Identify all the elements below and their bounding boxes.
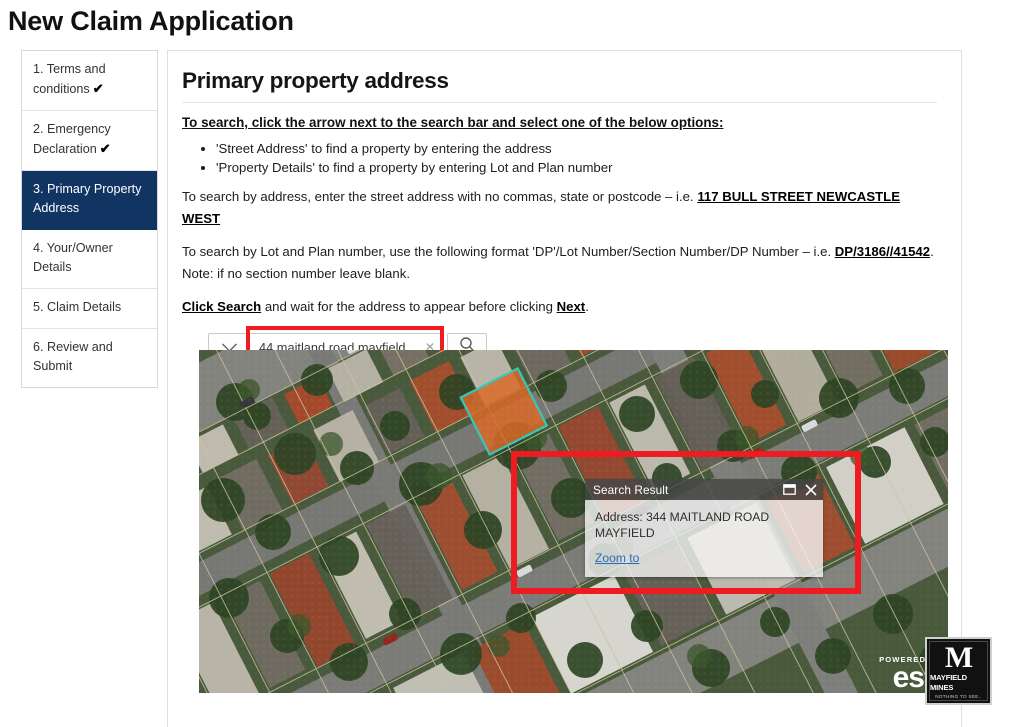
wizard-steps-sidebar: 1. Terms and conditions ✔ 2. Emergency De… — [21, 50, 158, 388]
zoom-to-link[interactable]: Zoom to — [595, 551, 639, 565]
sidebar-item-primary-property-address[interactable]: 3. Primary Property Address — [22, 171, 157, 230]
logo-letter: M — [944, 641, 973, 674]
sidebar-item-review-and-submit[interactable]: 6. Review and Submit — [22, 329, 157, 387]
check-icon: ✔ — [99, 141, 111, 156]
lot-plan-example: DP/3186//41542 — [834, 244, 931, 259]
click-search-emphasis: Click Search — [182, 299, 262, 314]
map-imagery — [199, 350, 948, 693]
mayfield-mines-logo: M MAYFIELD MINES NOTHING TO SEE.. — [925, 637, 992, 705]
divider — [182, 102, 937, 103]
lot-help-text: To search by Lot and Plan number, use th… — [182, 244, 835, 259]
sidebar-item-emergency-declaration[interactable]: 2. Emergency Declaration ✔ — [22, 111, 157, 171]
sidebar-item-terms[interactable]: 1. Terms and conditions ✔ — [22, 51, 157, 111]
aerial-map[interactable]: POWERED BY esri — [199, 350, 948, 693]
sidebar-item-claim-details[interactable]: 5. Claim Details — [22, 289, 157, 329]
page-title: New Claim Application — [8, 6, 294, 36]
logo-inner-frame: M MAYFIELD MINES NOTHING TO SEE.. — [929, 641, 988, 701]
section-title: Primary property address — [182, 68, 449, 93]
sidebar-item-label: 5. Claim Details — [33, 300, 122, 314]
search-result-popup[interactable]: Search Result Address: 344 MAITLAND ROAD… — [585, 479, 823, 577]
popup-address: Address: 344 MAITLAND ROAD MAYFIELD — [595, 510, 770, 540]
sidebar-item-label: 3. Primary Property Address — [33, 182, 142, 215]
next-emphasis: Next — [556, 299, 586, 314]
popup-body: Address: 344 MAITLAND ROAD MAYFIELD Zoom… — [585, 500, 823, 577]
list-item: 'Street Address' to find a property by e… — [216, 139, 937, 158]
click-search-text: and wait for the address to appear befor… — [261, 299, 557, 314]
maximize-icon[interactable] — [783, 484, 796, 495]
close-icon[interactable] — [805, 483, 817, 496]
lot-plan-format-help: To search by Lot and Plan number, use th… — [182, 241, 937, 285]
logo-tagline: NOTHING TO SEE.. — [935, 694, 982, 699]
click-search-period: . — [585, 299, 589, 314]
search-instructions-lead: To search, click the arrow next to the s… — [182, 115, 724, 130]
application-page: New Claim Application 1. Terms and condi… — [0, 0, 1024, 727]
sidebar-item-label: 4. Your/Owner Details — [33, 241, 113, 274]
search-options-list: 'Street Address' to find a property by e… — [182, 139, 937, 177]
address-format-help: To search by address, enter the street a… — [182, 186, 937, 230]
check-icon: ✔ — [92, 81, 104, 96]
popup-title: Search Result — [593, 482, 669, 497]
address-help-text: To search by address, enter the street a… — [182, 189, 698, 204]
sidebar-item-label: 6. Review and Submit — [33, 340, 113, 373]
click-search-help: Click Search and wait for the address to… — [182, 296, 937, 318]
logo-name: MAYFIELD MINES — [930, 673, 967, 692]
sidebar-item-your-owner-details[interactable]: 4. Your/Owner Details — [22, 230, 157, 289]
popup-header: Search Result — [585, 479, 823, 500]
list-item: 'Property Details' to find a property by… — [216, 158, 937, 177]
